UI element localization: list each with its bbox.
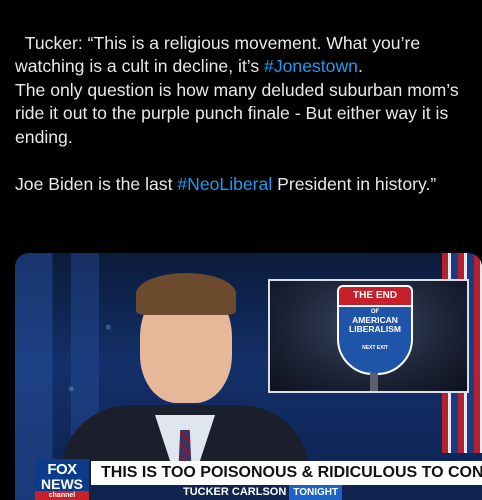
news-headline: THIS IS TOO POISONOUS & RIDICULOUS TO CO… [91,461,482,485]
highway-sign-icon: THE END OF AMERICAN LIBERALISM NEXT EXIT [337,285,413,375]
tweet-text: Tucker: “This is a religious movement. W… [15,8,475,196]
show-tag: TONIGHT [289,485,343,500]
lower-third-banner: FOX NEWS channel THIS IS TOO POISONOUS &… [15,453,482,500]
inset-graphic: THE END OF AMERICAN LIBERALISM NEXT EXIT [268,279,469,393]
sign-top-label: THE END [337,285,413,307]
hashtag-link-jonestown[interactable]: #Jonestown [264,56,358,76]
logo-news-text: NEWS [41,476,83,492]
logo-channel-text: channel [35,491,89,500]
sign-main-label: AMERICAN LIBERALISM [349,315,401,334]
sign-post [370,373,378,391]
tweet-text-segment: President in history.” [272,173,437,194]
tweet-text-segment: Tucker: “This is a religious movement. W… [15,32,426,77]
show-name: TUCKER CARLSON [183,486,287,498]
hashtag-link-neoliberal[interactable]: #NeoLiberal [177,174,272,194]
show-name-bar: TUCKER CARLSON TONIGHT [91,485,482,500]
tweet-media-image[interactable]: THE END OF AMERICAN LIBERALISM NEXT EXIT… [15,253,482,500]
fox-news-logo: FOX NEWS channel [35,459,89,500]
sign-exit-label: NEXT EXIT [362,345,388,351]
host-hair [136,273,236,315]
